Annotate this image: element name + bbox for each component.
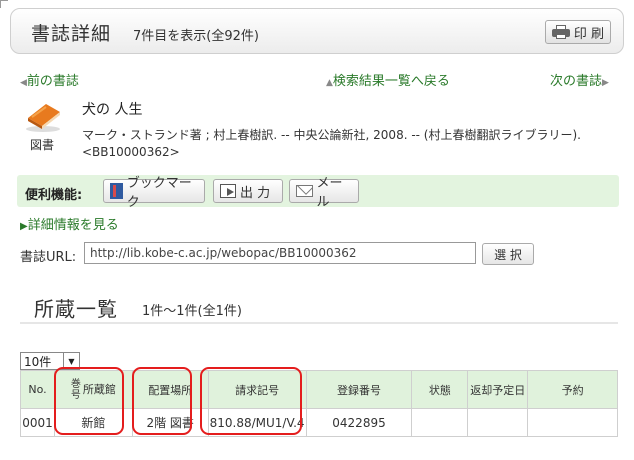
back-to-list-link[interactable]: ▲検索結果一覧へ戻る — [326, 70, 450, 89]
triangle-left-icon: ◀ — [20, 78, 27, 88]
show-details-label: 詳細情報を見る — [27, 218, 119, 233]
tools-label: 便利機能: — [25, 188, 83, 203]
col-header-due-date: 返却予定日 — [467, 370, 529, 409]
export-icon — [220, 184, 236, 198]
result-position: 7件目を表示(全92件) — [133, 29, 259, 44]
col-header-no: No. — [20, 370, 55, 409]
bookmark-icon — [110, 183, 123, 199]
corner-mark — [0, 0, 8, 8]
cell-registration-number: 0422895 — [305, 408, 413, 437]
prev-record-link[interactable]: ◀前の書誌 — [20, 70, 79, 89]
cell-reserve — [527, 408, 618, 437]
record-url-field[interactable] — [84, 242, 476, 264]
bookmark-button-label: ブックマーク — [126, 176, 192, 210]
triangle-right-icon: ▶ — [602, 78, 609, 88]
mail-icon — [296, 185, 313, 197]
per-page-value: 10件 — [24, 354, 52, 369]
printer-icon — [551, 25, 570, 39]
page-title: 書誌詳細 — [31, 23, 112, 45]
select-url-button[interactable]: 選 択 — [482, 243, 534, 265]
show-details-link[interactable]: ▶詳細情報を見る — [20, 214, 119, 233]
output-button[interactable]: 出 力 — [213, 179, 283, 203]
record-id: <BB10000362> — [82, 145, 180, 159]
book-icon — [26, 104, 60, 132]
tools-bar: 便利機能: ブックマーク 出 力 メール — [17, 175, 619, 210]
cell-due-date — [467, 408, 529, 437]
triangle-right-icon: ▶ — [20, 221, 28, 232]
next-record-label: 次の書誌 — [550, 74, 603, 89]
col-header-registration-number: 登録番号 — [305, 370, 413, 409]
print-button-label: 印 刷 — [573, 26, 605, 42]
mail-button[interactable]: メール — [289, 176, 359, 210]
bookmark-button[interactable]: ブックマーク — [103, 176, 205, 210]
col-header-status: 状態 — [411, 370, 469, 409]
highlight-location-column — [132, 367, 192, 435]
col-header-reserve: 予約 — [527, 370, 618, 409]
page-header: 書誌詳細 7件目を表示(全92件) 印 刷 — [10, 8, 624, 54]
print-button[interactable]: 印 刷 — [545, 20, 611, 44]
output-button-label: 出 力 — [240, 185, 271, 201]
holdings-count: 1件～1件(全1件) — [142, 304, 242, 319]
triangle-up-icon: ▲ — [326, 78, 333, 88]
cell-status — [411, 408, 469, 437]
highlight-library-column — [54, 367, 124, 435]
record-description: マーク・ストランド著 ; 村上春樹訳. -- 中央公論新社, 2008. -- … — [82, 128, 581, 142]
record-title: 犬の 人生 — [82, 102, 143, 118]
next-record-link[interactable]: 次の書誌▶ — [550, 70, 609, 89]
cell-no: 0001 — [20, 408, 55, 437]
highlight-call-number-column — [200, 367, 302, 435]
holdings-title: 所蔵一覧 — [34, 297, 118, 321]
holdings-divider — [20, 322, 618, 324]
url-label: 書誌URL: — [20, 250, 77, 265]
back-to-list-label: 検索結果一覧へ戻る — [332, 74, 450, 89]
material-type-label: 図書 — [30, 138, 55, 152]
prev-record-label: 前の書誌 — [26, 74, 79, 89]
mail-button-label: メール — [316, 176, 343, 210]
